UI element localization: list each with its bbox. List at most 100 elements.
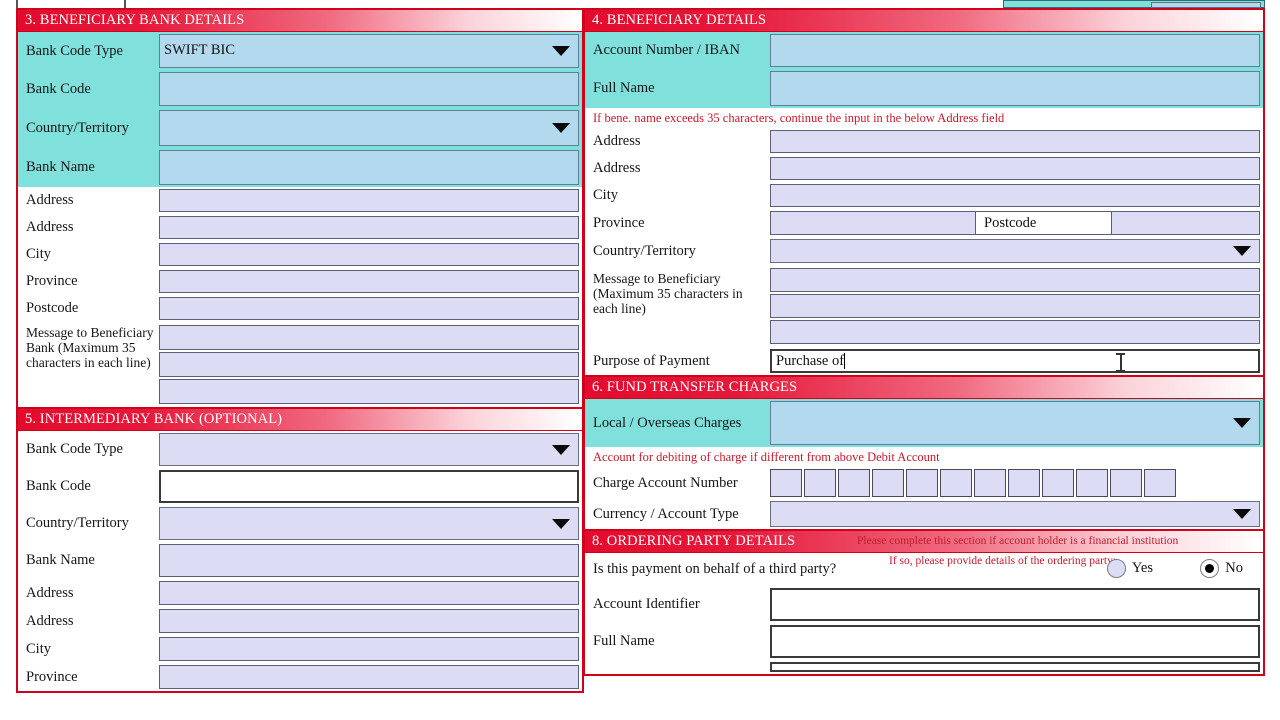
bank-name-input[interactable] <box>159 150 579 185</box>
row-postcode: Postcode <box>18 295 582 322</box>
purpose-of-payment-value: Purchase of <box>776 352 845 369</box>
section4-title: 4. BENEFICIARY DETAILS <box>592 12 767 28</box>
row-inter-bank-code-type: Bank Code Type <box>18 431 582 468</box>
account-number-iban-input[interactable] <box>770 34 1260 67</box>
row-ordering-address-clipped <box>585 660 1263 674</box>
label-bank-code-type: Bank Code Type <box>18 32 156 70</box>
clipped-right-cell <box>1003 0 1265 8</box>
cell-country-territory <box>156 108 582 148</box>
label-message-to-beneficiary: Message to Beneficiary (Maximum 35 chara… <box>585 265 767 347</box>
label-inter-bank-name: Bank Name <box>18 542 156 579</box>
inter-province-input[interactable] <box>159 665 579 689</box>
row-city: City <box>18 241 582 268</box>
label-message-to-beneficiary-bank: Message to Beneficiary Bank (Maximum 35 … <box>18 322 156 407</box>
cell-inter-bank-name <box>156 542 582 579</box>
row-bank-name: Bank Name <box>18 148 582 187</box>
inter-country-territory-dropdown[interactable] <box>159 507 579 540</box>
inter-address-1-input[interactable] <box>159 581 579 605</box>
label-inter-province: Province <box>18 663 156 691</box>
cell-account-number-iban <box>767 32 1263 69</box>
message-bene-line-2[interactable] <box>770 294 1260 318</box>
label-inter-country-territory: Country/Territory <box>18 505 156 542</box>
label-bene-address-2: Address <box>585 155 767 182</box>
label-ordering-full-name: Full Name <box>585 623 767 660</box>
label-third-party-question: Is this payment on behalf of a third par… <box>585 553 885 586</box>
label-city: City <box>18 241 156 268</box>
ordering-address-input[interactable] <box>770 662 1260 672</box>
inter-city-input[interactable] <box>159 637 579 661</box>
section-intermediary-bank: 5. INTERMEDIARY BANK (OPTIONAL) Bank Cod… <box>16 409 584 693</box>
message-bene-line-1[interactable] <box>770 268 1260 292</box>
cell-bank-name <box>156 148 582 187</box>
label-bene-postcode: Postcode <box>984 214 1037 231</box>
section-beneficiary-details: 4. BENEFICIARY DETAILS Account Number / … <box>583 8 1265 377</box>
bene-city-input[interactable] <box>770 184 1260 207</box>
clipped-previous-section <box>0 0 1280 8</box>
bene-province-input[interactable] <box>770 211 976 235</box>
charge-account-digit[interactable] <box>1144 469 1176 497</box>
radio-no-group[interactable]: No <box>1200 559 1243 578</box>
cell-beneficiary-full-name <box>767 69 1263 108</box>
charge-account-digit[interactable] <box>974 469 1006 497</box>
city-input[interactable] <box>159 243 579 266</box>
inter-bank-code-input[interactable] <box>159 470 579 503</box>
cell-bene-address-1 <box>767 128 1263 155</box>
country-territory-dropdown[interactable] <box>159 110 579 146</box>
charge-account-digit[interactable] <box>770 469 802 497</box>
row-address-2: Address <box>18 214 582 241</box>
purpose-of-payment-input[interactable]: Purchase of <box>770 349 1260 373</box>
charge-account-digit[interactable] <box>906 469 938 497</box>
chevron-down-icon <box>552 123 570 133</box>
row-charge-account-number: Charge Account Number <box>585 467 1263 499</box>
postcode-input[interactable] <box>159 297 579 320</box>
row-message-to-beneficiary: Message to Beneficiary (Maximum 35 chara… <box>585 265 1263 347</box>
local-overseas-charges-dropdown[interactable] <box>770 401 1260 445</box>
inter-address-2-input[interactable] <box>159 609 579 633</box>
label-bank-code: Bank Code <box>18 70 156 108</box>
bank-code-type-dropdown[interactable]: SWIFT BIC <box>159 34 579 68</box>
address-2-input[interactable] <box>159 216 579 239</box>
right-column: 4. BENEFICIARY DETAILS Account Number / … <box>583 8 1265 676</box>
row-third-party-question: Is this payment on behalf of a third par… <box>585 553 1263 586</box>
section3-header: 3. BENEFICIARY BANK DETAILS <box>18 10 582 32</box>
bene-postcode-input[interactable] <box>1112 211 1260 235</box>
charge-account-digit[interactable] <box>1008 469 1040 497</box>
charge-account-digit[interactable] <box>872 469 904 497</box>
currency-account-type-dropdown[interactable] <box>770 501 1260 527</box>
row-inter-bank-code: Bank Code <box>18 468 582 505</box>
charge-account-digit[interactable] <box>940 469 972 497</box>
province-input[interactable] <box>159 270 579 293</box>
inter-bank-name-input[interactable] <box>159 544 579 577</box>
message-bank-line-2[interactable] <box>159 352 579 377</box>
cell-bene-address-2 <box>767 155 1263 182</box>
beneficiary-full-name-input[interactable] <box>770 71 1260 106</box>
radio-yes-group[interactable]: Yes <box>1106 559 1153 578</box>
bene-country-territory-dropdown[interactable] <box>770 239 1260 263</box>
label-inter-bank-code: Bank Code <box>18 468 156 505</box>
message-bank-line-1[interactable] <box>159 325 579 350</box>
cell-bank-code <box>156 70 582 108</box>
bene-address-1-input[interactable] <box>770 130 1260 153</box>
cell-bene-city <box>767 182 1263 209</box>
message-bene-line-3[interactable] <box>770 320 1260 344</box>
charge-account-digit[interactable] <box>1042 469 1074 497</box>
charge-account-digit[interactable] <box>1110 469 1142 497</box>
third-party-question-note: If so, please provide details of the ord… <box>889 555 1117 567</box>
charge-account-digit[interactable] <box>838 469 870 497</box>
beneficiary-name-overflow-note: If bene. name exceeds 35 characters, con… <box>585 108 1263 128</box>
charge-account-digit[interactable] <box>804 469 836 497</box>
address-1-input[interactable] <box>159 189 579 212</box>
row-inter-bank-name: Bank Name <box>18 542 582 579</box>
account-identifier-input[interactable] <box>770 588 1260 621</box>
label-bene-province: Province <box>585 209 767 237</box>
ordering-full-name-input[interactable] <box>770 625 1260 658</box>
radio-yes-button[interactable] <box>1106 559 1126 578</box>
charge-account-number-boxes[interactable] <box>770 469 1178 497</box>
label-local-overseas-charges: Local / Overseas Charges <box>585 399 767 447</box>
message-bank-line-3[interactable] <box>159 379 579 404</box>
radio-no-button[interactable] <box>1200 559 1220 578</box>
bene-address-2-input[interactable] <box>770 157 1260 180</box>
bank-code-input[interactable] <box>159 72 579 106</box>
inter-bank-code-type-dropdown[interactable] <box>159 433 579 466</box>
charge-account-digit[interactable] <box>1076 469 1108 497</box>
